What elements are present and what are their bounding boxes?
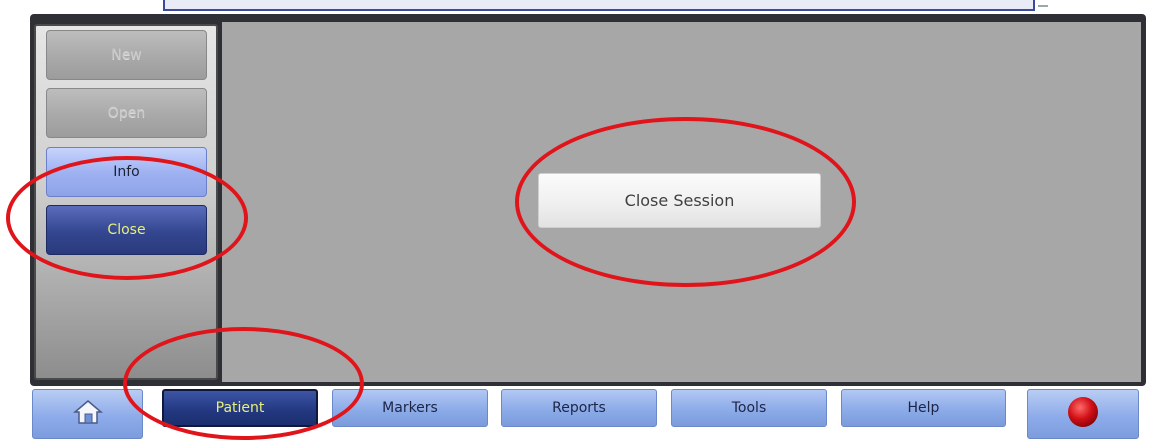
sidebar-item-new[interactable]: New (46, 30, 207, 80)
tab-label: Reports (552, 400, 606, 416)
home-icon (72, 399, 103, 429)
sidebar-item-label: Close (107, 222, 146, 238)
sidebar-item-label: New (111, 47, 142, 63)
tab-label: Patient (215, 400, 265, 416)
sidebar-item-label: Info (113, 164, 140, 180)
close-session-label: Close Session (624, 191, 735, 210)
close-session-button[interactable]: Close Session (538, 173, 821, 228)
sidebar-item-label: Open (107, 105, 146, 121)
tab-patient[interactable]: Patient (162, 389, 318, 427)
top-divider (1038, 5, 1048, 7)
record-icon (1066, 395, 1100, 433)
sidebar-panel: New Open Info Close (34, 24, 218, 380)
tab-label: Markers (382, 400, 438, 416)
record-button[interactable] (1027, 389, 1139, 439)
home-button[interactable] (32, 389, 143, 439)
tab-markers[interactable]: Markers (332, 389, 488, 427)
sidebar-item-info[interactable]: Info (46, 147, 207, 197)
tab-tools[interactable]: Tools (671, 389, 827, 427)
tab-label: Tools (731, 400, 767, 416)
tab-label: Help (907, 400, 940, 416)
sidebar-item-open[interactable]: Open (46, 88, 207, 138)
tab-help[interactable]: Help (841, 389, 1006, 427)
tab-reports[interactable]: Reports (501, 389, 657, 427)
sidebar-item-close[interactable]: Close (46, 205, 207, 255)
top-input-bar (163, 0, 1035, 11)
